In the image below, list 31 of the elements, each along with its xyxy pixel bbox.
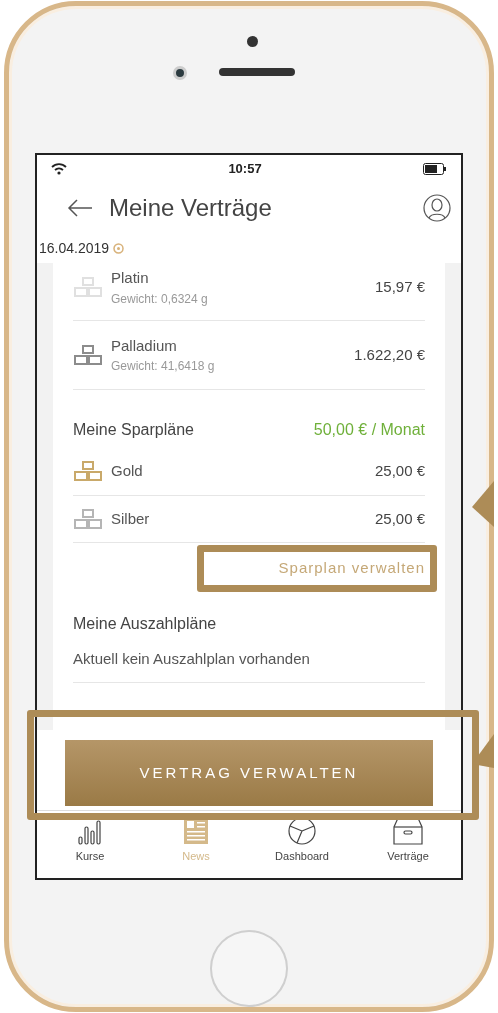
battery-icon xyxy=(423,163,447,176)
plan-value: 25,00 € xyxy=(374,508,425,529)
screen-title: Meine Verträge xyxy=(109,193,273,224)
bar-chart-icon xyxy=(77,817,103,846)
wifi-icon xyxy=(51,163,67,176)
pie-chart-icon xyxy=(288,817,316,846)
plan-value: 25,00 € xyxy=(374,461,425,482)
back-arrow-icon[interactable] xyxy=(67,199,93,218)
metal-name: Palladium xyxy=(111,335,178,356)
plan-name: Silber xyxy=(111,508,151,529)
section-title: Meine Sparpläne xyxy=(73,420,194,441)
pointer-arrow xyxy=(472,481,494,527)
monthly-total: 50,00 € / Monat xyxy=(313,420,425,441)
weight-label: Gewicht: 41,6418 g xyxy=(111,358,216,376)
section-title: Meine Auszahlpläne xyxy=(73,613,218,634)
tab-bar-item[interactable]: Kurse xyxy=(37,811,143,879)
status-time: 10:57 xyxy=(228,160,262,179)
metal-value: 1.622,20 € xyxy=(354,344,425,365)
profile-icon[interactable] xyxy=(423,194,451,223)
metal-name: Platin xyxy=(111,268,150,289)
tab-bar-item[interactable]: Dashboard xyxy=(249,811,355,879)
tab-bar-item[interactable]: Verträge xyxy=(355,811,461,879)
sensor-dot xyxy=(173,66,187,80)
archive-box-icon xyxy=(393,817,423,846)
date-label: 16.04.2019 xyxy=(39,238,110,258)
weight-label: Gewicht: 0,6324 g xyxy=(111,290,209,308)
camera-dot xyxy=(247,36,258,47)
plan-name: Gold xyxy=(111,461,144,482)
newspaper-icon xyxy=(183,817,209,846)
empty-message: Aktuell kein Auszahlplan vorhanden xyxy=(73,645,425,684)
metal-value: 15,97 € xyxy=(374,277,425,298)
